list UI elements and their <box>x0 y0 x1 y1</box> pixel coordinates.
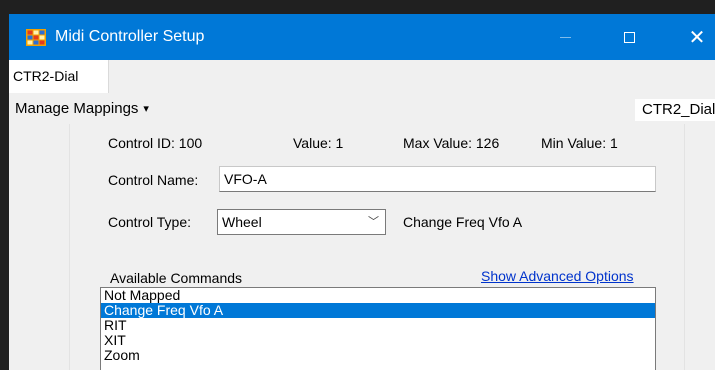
chevron-down-icon: ﹀ <box>368 216 379 228</box>
mapping-name-field[interactable]: CTR2_Dial <box>635 99 715 121</box>
show-advanced-options-link[interactable]: Show Advanced Options <box>481 268 634 284</box>
maximize-icon <box>623 31 635 43</box>
list-item[interactable]: Zoom <box>101 348 655 363</box>
control-name-label: Control Name: <box>108 172 199 188</box>
minimize-button[interactable] <box>550 22 580 52</box>
tab-strip: CTR2-Dial <box>9 60 715 94</box>
maximize-button[interactable] <box>614 22 644 52</box>
control-name-input[interactable]: VFO-A <box>219 166 656 192</box>
close-icon: ✕ <box>688 26 706 49</box>
control-type-select[interactable]: Wheel ﹀ <box>217 209 386 235</box>
value-label: Value: 1 <box>293 135 344 151</box>
midi-controller-setup-window: Midi Controller Setup ✕ CTR2-Dial Manage… <box>9 14 715 370</box>
midi-grid-icon <box>26 29 46 46</box>
min-value-label: Min Value: 1 <box>541 135 618 151</box>
list-item[interactable]: Change Freq Vfo A <box>101 303 655 318</box>
max-value-label: Max Value: 126 <box>403 135 500 151</box>
tab-ctr2-dial[interactable]: CTR2-Dial <box>9 60 109 93</box>
title-bar[interactable]: Midi Controller Setup ✕ <box>9 14 715 60</box>
control-settings-panel: Control ID: 100 Value: 1 Max Value: 126 … <box>69 124 685 370</box>
mapped-command-text: Change Freq Vfo A <box>403 214 523 230</box>
list-item[interactable]: Not Mapped <box>101 288 655 303</box>
control-id-label: Control ID: 100 <box>108 135 203 151</box>
available-commands-list[interactable]: Not Mapped Change Freq Vfo A RIT XIT Zoo… <box>100 287 656 370</box>
manage-mappings-label: Manage Mappings <box>15 100 139 117</box>
control-type-label: Control Type: <box>108 214 192 230</box>
menu-bar: Manage Mappings ▾ CTR2_Dial <box>9 94 715 124</box>
minimize-icon <box>559 36 571 38</box>
window-title: Midi Controller Setup <box>55 28 205 45</box>
list-item[interactable]: RIT <box>101 318 655 333</box>
control-type-value: Wheel <box>222 214 262 230</box>
list-item[interactable]: XIT <box>101 333 655 348</box>
close-button[interactable]: ✕ <box>682 22 712 52</box>
caret-down-icon: ▾ <box>143 103 149 115</box>
manage-mappings-menu[interactable]: Manage Mappings ▾ <box>15 100 149 117</box>
available-commands-label: Available Commands <box>110 270 243 286</box>
